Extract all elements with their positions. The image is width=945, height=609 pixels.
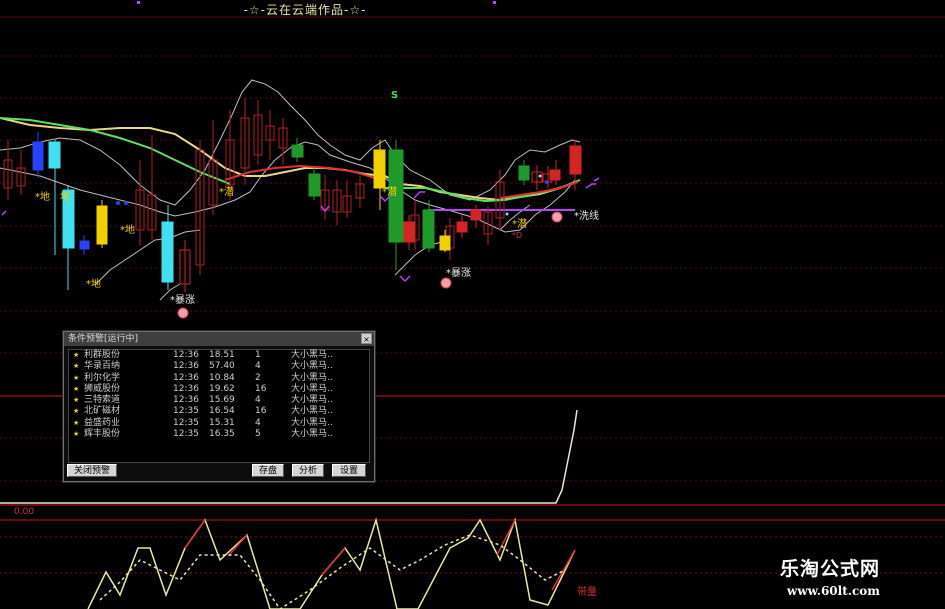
alert-time: 12:35: [173, 417, 199, 428]
alert-price: 15.31: [209, 417, 235, 428]
alert-row[interactable]: ★ 三特索道 12:36 15.69 4 大小黑马..: [69, 395, 369, 406]
alert-strategy: 大小黑马..: [291, 361, 333, 372]
oscillator: [87, 517, 576, 609]
label-di-2: 地: [60, 192, 70, 203]
alert-row[interactable]: ★ 华录百纳 12:36 57.40 4 大小黑马..: [69, 361, 369, 372]
alert-row[interactable]: ★ 狮威股份 12:36 19.62 16 大小黑马..: [69, 384, 369, 395]
close-alert-button[interactable]: 关闭预警: [67, 464, 117, 477]
alert-titlebar[interactable]: 条件预警[运行中] ×: [64, 332, 374, 346]
star-icon: ★: [73, 407, 80, 416]
alert-count: 4: [255, 395, 261, 406]
star-icon: ★: [73, 351, 80, 359]
alert-name: 益盛药业: [84, 417, 121, 428]
label-d: *D: [512, 231, 523, 240]
alert-count: 4: [255, 361, 261, 372]
alert-list[interactable]: ★ 利群股份 12:36 18.51 1 大小黑马.. ★ 华录百纳 12:36 57.40 4 大小…: [68, 349, 370, 463]
analyze-button[interactable]: 分析: [292, 464, 324, 477]
star-icon: ★: [73, 373, 80, 382]
alert-time: 12:35: [173, 429, 199, 440]
alert-row[interactable]: ★ 利群股份 12:36 18.51 1 大小黑马..: [69, 350, 369, 361]
star-icon: ★: [73, 418, 80, 427]
watermark-url: www.60lt.com: [787, 584, 880, 598]
alert-row[interactable]: ★ 北矿磁材 12:35 16.54 16 大小黑马..: [69, 406, 369, 417]
alert-name: 利群股份: [84, 350, 121, 360]
label-qian-1: *潜: [219, 187, 234, 198]
alert-time: 12:36: [173, 372, 199, 383]
star-icon: ★: [73, 396, 80, 405]
alert-price: 16.35: [209, 429, 235, 440]
alert-count: 2: [255, 372, 261, 383]
alert-count: 16: [255, 406, 267, 417]
alert-name: 北矿磁材: [84, 406, 121, 417]
star-icon: ★: [73, 430, 80, 439]
alert-price: 16.54: [209, 406, 235, 417]
alert-price: 18.51: [209, 350, 235, 360]
grid-lines: [0, 16, 945, 574]
star-icon: ★: [73, 362, 80, 371]
alert-strategy: 大小黑马..: [291, 372, 333, 383]
alert-count: 4: [255, 417, 261, 428]
label-di-3: *地: [120, 225, 135, 236]
alert-strategy: 大小黑马..: [291, 429, 333, 440]
settings-button[interactable]: 设置: [332, 464, 366, 477]
alert-price: 19.62: [209, 383, 235, 394]
alert-count: 16: [255, 383, 267, 394]
signal-balls: [177, 211, 563, 319]
alert-strategy: 大小黑马..: [291, 417, 333, 428]
alert-name: 利尔化学: [84, 372, 121, 383]
label-dailiang: 带量: [577, 587, 597, 598]
alert-name: 三特索道: [84, 395, 121, 406]
label-qian-3: *潜: [512, 219, 527, 230]
alert-strategy: 大小黑马..: [291, 406, 333, 417]
alert-price: 15.69: [209, 395, 235, 406]
alert-time: 12:36: [173, 383, 199, 394]
alert-row[interactable]: ★ 利尔化学 12:36 10.84 2 大小黑马..: [69, 373, 369, 384]
alert-name: 狮威股份: [84, 383, 121, 394]
top-tick-marks: [137, 1, 496, 4]
alert-strategy: 大小黑马..: [291, 350, 333, 360]
alert-strategy: 大小黑马..: [291, 383, 333, 394]
s-marker: S: [391, 90, 399, 101]
alert-count: 1: [255, 350, 261, 360]
alert-price: 57.40: [209, 361, 235, 372]
watermark-brand: 乐淘公式网: [780, 558, 881, 580]
alert-window[interactable]: 条件预警[运行中] × ★ 利群股份 12:36 18.51 1 大小黑马.. ★ 华录百纳 1…: [63, 331, 375, 482]
alert-row[interactable]: ★ 益盛药业 12:35 15.31 4 大小黑马..: [69, 418, 369, 429]
label-baozhang-1: *暴涨: [170, 295, 195, 306]
label-di-4: *地: [86, 279, 101, 290]
sub-indicator-value: 0.00: [14, 507, 35, 517]
label-baozhang-2: *暴涨: [446, 268, 471, 279]
alert-time: 12:36: [173, 361, 199, 372]
alert-time: 12:36: [173, 395, 199, 406]
alert-title: 条件预警[运行中]: [68, 334, 139, 344]
label-di-1: *地: [35, 192, 50, 203]
alert-name: 辉丰股份: [84, 429, 121, 440]
label-qian-2: *潜: [382, 187, 397, 198]
purple-markers: [1, 177, 600, 282]
alert-name: 华录百纳: [84, 361, 121, 372]
alert-count: 5: [255, 429, 261, 440]
alert-time: 12:35: [173, 406, 199, 417]
alert-price: 10.84: [209, 372, 235, 383]
star-icon: ★: [73, 384, 80, 393]
moving-averages: [0, 117, 581, 211]
alert-strategy: 大小黑马..: [291, 395, 333, 406]
alert-time: 12:36: [173, 350, 199, 360]
alert-row[interactable]: ★ 辉丰股份 12:35 16.35 5 大小黑马..: [69, 429, 369, 440]
envelope-lines: [0, 79, 581, 301]
label-xixian: *洗线: [574, 211, 599, 222]
save-button[interactable]: 存盘: [252, 464, 284, 477]
candlesticks: [3, 98, 582, 292]
kline-chart[interactable]: [0, 0, 945, 609]
close-icon[interactable]: ×: [361, 333, 372, 344]
